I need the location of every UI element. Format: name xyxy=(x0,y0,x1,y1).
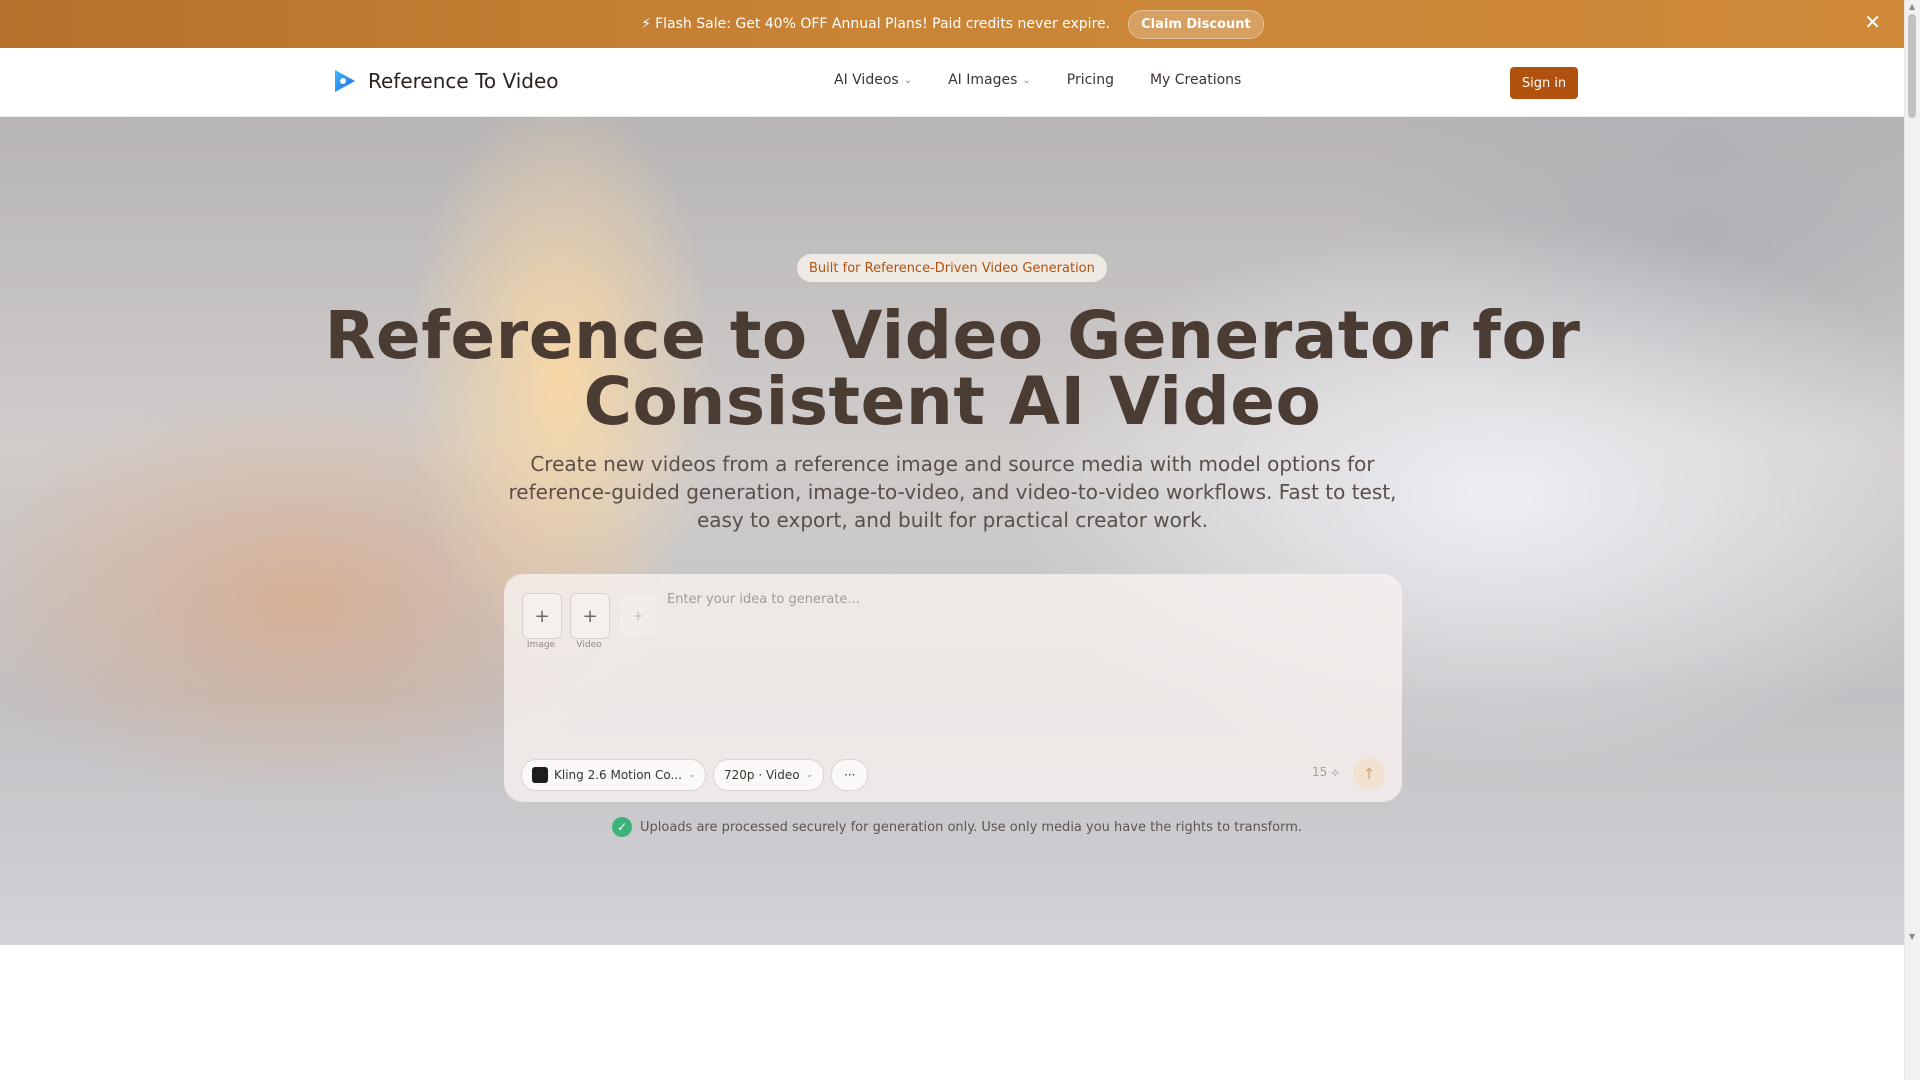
scroll-up-icon[interactable]: ▲ xyxy=(1909,2,1915,11)
scroll-down-icon[interactable]: ▼ xyxy=(1909,932,1915,941)
sign-in-button[interactable]: Sign in xyxy=(1510,67,1578,99)
nav-ai-videos[interactable]: AI Videos ⌄ xyxy=(834,72,912,88)
claim-discount-button[interactable]: Claim Discount xyxy=(1128,9,1264,39)
check-icon: ✓ xyxy=(612,817,632,837)
plus-icon: + xyxy=(534,605,550,627)
title-line-2: Consistent AI Video xyxy=(583,363,1322,440)
nav-ai-images[interactable]: AI Images ⌄ xyxy=(948,72,1031,88)
chevron-down-icon: ⌄ xyxy=(1022,74,1031,86)
send-button[interactable]: ↑ xyxy=(1353,758,1385,790)
nav-my-creations[interactable]: My Creations xyxy=(1150,72,1241,88)
model-value: Kling 2.6 Motion Co... xyxy=(554,768,682,782)
hero-section: Built for Reference-Driven Video Generat… xyxy=(0,117,1905,945)
brand-logo[interactable]: Reference To Video xyxy=(332,68,559,94)
upload-extra-button[interactable]: + xyxy=(618,593,658,639)
promo-message: Flash Sale: Get 40% OFF Annual Plans! Pa… xyxy=(655,16,1111,32)
upload-image-button[interactable]: + xyxy=(522,593,562,639)
nav-label: AI Videos xyxy=(834,72,899,88)
title-line-1: Reference to Video Generator for xyxy=(324,297,1581,374)
upload-image-label: Image xyxy=(526,640,556,650)
page-scrollbar[interactable]: ▲ ▼ xyxy=(1904,0,1920,1080)
plus-icon: + xyxy=(582,605,598,627)
nav-pricing[interactable]: Pricing xyxy=(1067,72,1114,88)
hero-tag: Built for Reference-Driven Video Generat… xyxy=(797,254,1107,282)
page-title: Reference to Video Generator for Consist… xyxy=(0,303,1905,435)
site-header: Reference To Video AI Videos ⌄ AI Images ⌄… xyxy=(0,48,1905,117)
upload-video-label: Video xyxy=(576,640,602,650)
hero-subtitle: Create new videos from a reference image… xyxy=(508,452,1397,532)
security-notice: ✓ Uploads are processed securely for gen… xyxy=(612,817,1302,837)
chevron-down-icon: ⌄ xyxy=(903,74,913,86)
prompt-input[interactable] xyxy=(665,591,1369,608)
quality-value: 720p · Video xyxy=(724,768,800,782)
chevron-down-icon: ⌄ xyxy=(805,770,814,780)
prompt-composer: + Image + Video + Kling 2.6 Motion Co...… xyxy=(505,575,1401,801)
arrow-up-icon: ↑ xyxy=(1362,765,1376,783)
model-select[interactable]: Kling 2.6 Motion Co... ⌄ xyxy=(521,759,707,791)
play-logo-icon xyxy=(335,70,355,92)
upload-video-button[interactable]: + xyxy=(570,593,610,639)
brand-name: Reference To Video xyxy=(368,69,559,93)
promo-banner: ⚡ Flash Sale: Get 40% OFF Annual Plans! P… xyxy=(0,0,1905,48)
credit-cost: 15 ⟡ xyxy=(1312,765,1340,779)
model-icon xyxy=(532,767,548,783)
security-text: Uploads are processed securely for gener… xyxy=(640,819,1303,835)
more-options-button[interactable]: ··· xyxy=(831,759,869,791)
bolt-icon: ⚡ xyxy=(641,16,652,32)
nav-label: AI Images xyxy=(948,72,1018,88)
promo-text: ⚡ Flash Sale: Get 40% OFF Annual Plans! P… xyxy=(641,16,1110,32)
close-icon[interactable]: ✕ xyxy=(1864,12,1881,32)
main-nav: AI Videos ⌄ AI Images ⌄ Pricing My Creatio… xyxy=(834,72,1241,88)
more-icon: ··· xyxy=(844,768,856,782)
scroll-thumb[interactable] xyxy=(1908,14,1916,118)
chevron-down-icon: ⌄ xyxy=(687,770,696,780)
plus-icon: + xyxy=(632,609,644,623)
quality-select[interactable]: 720p · Video ⌄ xyxy=(713,759,825,791)
